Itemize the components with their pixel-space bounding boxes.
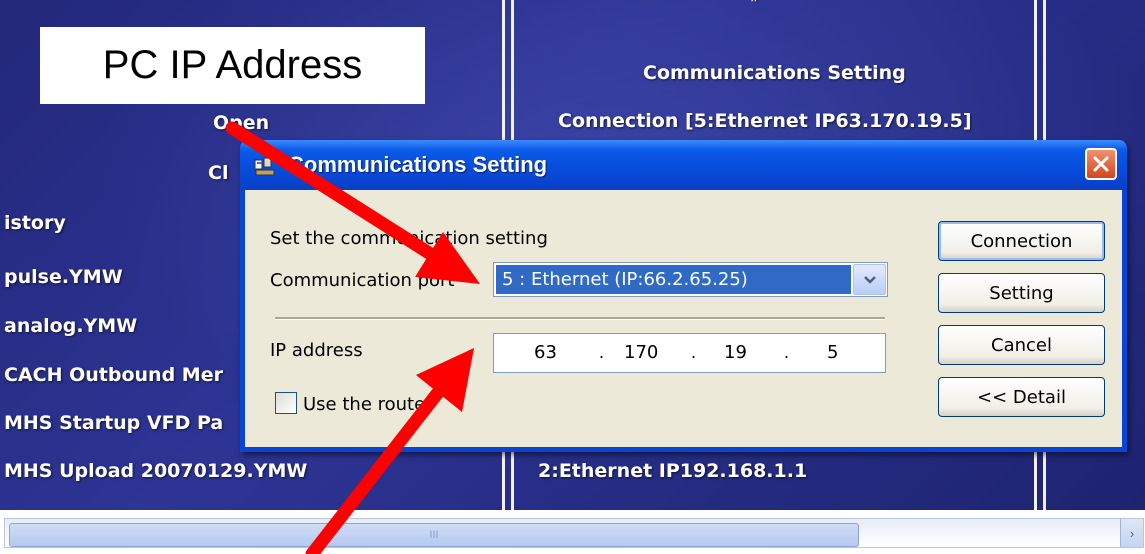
network-icon: [254, 157, 275, 176]
quote-mark: ”: [750, 0, 759, 13]
chevron-down-icon: [863, 275, 876, 284]
chevron-right-icon: ›: [1129, 525, 1135, 541]
separator-line: [275, 317, 885, 320]
right-panel-ethernet-item[interactable]: 2:Ethernet IP192.168.1.1: [538, 460, 807, 482]
ip-address-label: IP address: [270, 340, 363, 361]
detail-button[interactable]: << Detail: [938, 377, 1105, 417]
scroll-right-arrow[interactable]: ›: [1120, 519, 1143, 547]
dialog-title: Communications Setting: [288, 152, 548, 177]
menu-close[interactable]: Cl: [208, 162, 228, 184]
use-router-label[interactable]: Use the router: [303, 394, 433, 415]
pc-ip-address-callout: PC IP Address: [40, 27, 425, 104]
scrollbar-area: III ›: [0, 510, 1145, 554]
dialog-body: Set the communication setting Communicat…: [245, 190, 1122, 447]
scrollbar-thumb[interactable]: III: [9, 523, 859, 547]
communications-setting-dialog: Communications Setting Set the communica…: [240, 140, 1127, 452]
ip-address-field[interactable]: 63 . 170 . 19 . 5: [493, 333, 886, 373]
ip-dot: .: [691, 342, 697, 362]
history-item[interactable]: pulse.YMW: [4, 266, 123, 288]
history-item[interactable]: CACH Outbound Mer: [4, 364, 223, 386]
setting-button[interactable]: Setting: [938, 273, 1105, 313]
dropdown-button[interactable]: [853, 264, 886, 295]
history-item[interactable]: MHS Startup VFD Pa: [4, 412, 223, 434]
ip-octet[interactable]: 5: [827, 342, 838, 363]
close-button[interactable]: [1085, 148, 1117, 180]
port-selected-value: 5 : Ethernet (IP:66.2.65.25): [496, 265, 851, 294]
right-panel-title: Communications Setting: [643, 62, 906, 84]
dialog-titlebar[interactable]: Communications Setting: [240, 140, 1127, 190]
history-item[interactable]: istory: [4, 212, 66, 234]
menu-open[interactable]: Open: [213, 112, 269, 134]
close-icon: [1093, 156, 1109, 172]
communication-port-select[interactable]: 5 : Ethernet (IP:66.2.65.25): [493, 262, 888, 297]
right-panel-connection: Connection [5:Ethernet IP63.170.19.5]: [558, 110, 972, 132]
history-item[interactable]: MHS Upload 20070129.YMW: [4, 460, 307, 482]
ip-octet[interactable]: 170: [624, 342, 658, 363]
cancel-button[interactable]: Cancel: [938, 325, 1105, 365]
use-router-checkbox[interactable]: [275, 392, 297, 414]
ip-octet[interactable]: 19: [724, 342, 747, 363]
horizontal-scrollbar[interactable]: III ›: [4, 518, 1144, 548]
communication-port-label: Communication port: [270, 270, 455, 291]
ip-dot: .: [784, 342, 790, 362]
scrollbar-grip: III: [429, 529, 439, 541]
ip-dot: .: [599, 342, 605, 362]
instruction-text: Set the communication setting: [270, 228, 548, 249]
connection-button[interactable]: Connection: [938, 221, 1105, 261]
ip-octet[interactable]: 63: [534, 342, 557, 363]
history-item[interactable]: analog.YMW: [4, 315, 137, 337]
